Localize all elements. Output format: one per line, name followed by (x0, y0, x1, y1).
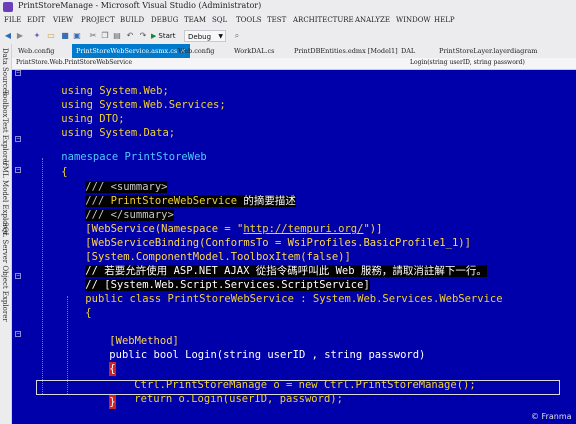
menu-test[interactable]: TEST (267, 16, 286, 24)
visual-studio-icon (3, 2, 13, 12)
code-text: : (293, 293, 313, 305)
menu-bar: FILE EDIT VIEW PROJECT BUILD DEBUG TEAM … (0, 14, 576, 28)
watermark: © Franma (531, 412, 572, 421)
code-line: using System.Data; (36, 112, 175, 139)
side-tab-test-explorer[interactable]: Test Explorer (1, 118, 9, 166)
editor-gutter (12, 70, 24, 424)
code-editor[interactable]: − − − − − using System.Web; using System… (12, 70, 576, 424)
standard-toolbar: ◀ ▶ ✦ ▭ ■ ▣ ✂ ❐ ▤ ↶ ↷ ▶ Start Debug ▼ ⌕ (0, 28, 576, 44)
side-tab-sql-server-explorer[interactable]: SQL Server Object Explorer (1, 222, 9, 322)
vertical-scrollbar[interactable] (568, 70, 576, 424)
menu-sql[interactable]: SQL (212, 16, 227, 24)
menu-build[interactable]: BUILD (120, 16, 144, 24)
tab-printdbentities[interactable]: PrintDBEntities.edmx [Model1] (294, 44, 398, 58)
redo-icon[interactable]: ↷ (138, 31, 148, 41)
brace-match: } (109, 395, 117, 409)
code-line: namespace PrintStoreWeb (36, 136, 206, 163)
method-name: Login (185, 349, 217, 361)
play-icon: ▶ (151, 32, 157, 40)
menu-architecture[interactable]: ARCHITECTURE (293, 16, 354, 24)
tab-web-config-2[interactable]: Web.config (178, 44, 214, 58)
namespace-name: PrintStoreWeb (124, 151, 207, 163)
copy-icon[interactable]: ❐ (100, 31, 110, 41)
code-line: // 若要允許使用 ASP.NET AJAX 從指令碼呼叫此 Web 服務，請取… (60, 250, 487, 277)
code-line: } (84, 381, 117, 409)
method-params: (string userID , string password) (216, 349, 426, 361)
new-project-icon[interactable]: ✦ (32, 31, 42, 41)
collapse-icon[interactable]: − (15, 273, 21, 279)
code-line: /// PrintStoreWebService 的摘要描述 (60, 180, 296, 207)
collapse-icon[interactable]: − (15, 70, 21, 76)
start-debugging-button[interactable]: ▶ Start (151, 30, 176, 42)
tab-printstorewebservice[interactable]: PrintStoreWebService.asmx.cs ✕ (72, 44, 190, 58)
paste-icon[interactable]: ▤ (112, 31, 122, 41)
code-line: return o.Login(userID, password); (109, 378, 343, 405)
menu-analyze[interactable]: ANALYZE (355, 16, 390, 24)
code-line: [System.ComponentModel.ToolboxItem(false… (60, 236, 351, 263)
document-tab-strip: Web.config PrintStoreWebService.asmx.cs ✕… (12, 44, 576, 58)
window-title: PrintStoreManage - Microsoft Visual Stud… (18, 1, 262, 10)
forward-icon[interactable]: ▶ (15, 31, 25, 41)
menu-team[interactable]: TEAM (184, 16, 206, 24)
navigation-bar: PrintStore.Web.PrintStoreWebService Logi… (12, 58, 576, 70)
code-line: [WebService(Namespace = "http://tempuri.… (60, 208, 382, 235)
code-text: { (85, 307, 92, 319)
code-line: [WebMethod] (84, 320, 179, 347)
code-line: using System.Web.Services; (36, 84, 225, 111)
solution-configuration-dropdown[interactable]: Debug ▼ (184, 30, 226, 42)
cut-icon[interactable]: ✂ (88, 31, 98, 41)
menu-tools[interactable]: TOOLS (236, 16, 262, 24)
collapse-icon[interactable]: − (15, 136, 21, 142)
tab-dal[interactable]: DAL (401, 44, 415, 58)
code-line: // [System.Web.Script.Services.ScriptSer… (60, 264, 370, 291)
code-line: using System.Web; (36, 70, 168, 97)
menu-file[interactable]: FILE (4, 16, 21, 24)
menu-window[interactable]: WINDOW (396, 16, 431, 24)
chevron-down-icon: ▼ (218, 33, 223, 40)
back-icon[interactable]: ◀ (3, 31, 13, 41)
code-line: public class PrintStoreWebService : Syst… (60, 278, 502, 305)
menu-debug[interactable]: DEBUG (151, 16, 178, 24)
code-text: return o.Login(userID, password); (134, 393, 343, 405)
side-tab-data-sources[interactable]: Data Sources (1, 48, 9, 96)
menu-view[interactable]: VIEW (53, 16, 73, 24)
collapse-icon[interactable]: − (15, 167, 21, 173)
open-file-icon[interactable]: ▭ (46, 31, 56, 41)
code-line: { (36, 151, 67, 178)
start-label: Start (158, 32, 176, 40)
title-bar: PrintStoreManage - Microsoft Visual Stud… (0, 0, 576, 14)
type-dropdown[interactable]: PrintStore.Web.PrintStoreWebService (16, 59, 132, 66)
code-line: Ctrl.PrintStoreManage o = new Ctrl.Print… (109, 364, 475, 391)
code-line: /// <summary> (60, 166, 168, 193)
left-tool-window-strip: Data Sources Toolbox Test Explorer UML M… (0, 44, 12, 424)
keywords: public bool (109, 349, 186, 361)
collapse-icon[interactable]: − (15, 331, 21, 337)
code-line: /// </summary> (60, 194, 174, 221)
tab-workdal[interactable]: WorkDAL.cs (234, 44, 274, 58)
doc-comment-text: 的摘要描述 (237, 195, 296, 207)
tab-printstorelayer[interactable]: PrintStoreLayer.layerdiagram (439, 44, 537, 58)
indent-guide (42, 158, 43, 394)
tab-web-config-1[interactable]: Web.config (18, 44, 54, 58)
menu-project[interactable]: PROJECT (81, 16, 115, 24)
code-line: [WebServiceBinding(ConformsTo = WsiProfi… (60, 222, 471, 249)
save-all-icon[interactable]: ▣ (72, 31, 82, 41)
base-class: System.Web.Services.WebService (312, 293, 503, 305)
configuration-value: Debug (188, 33, 212, 41)
side-tab-toolbox[interactable]: Toolbox (1, 90, 9, 117)
tab-label: PrintStoreWebService.asmx.cs (76, 47, 178, 55)
member-dropdown[interactable]: Login(string userID, string password) (410, 59, 525, 66)
undo-icon[interactable]: ↶ (125, 31, 135, 41)
save-icon[interactable]: ■ (60, 31, 70, 41)
namespace-keyword: namespace (61, 151, 119, 163)
find-icon[interactable]: ⌕ (232, 31, 242, 41)
code-line: { (60, 292, 91, 319)
class-name: PrintStoreWebService (167, 293, 294, 305)
keywords: public class (85, 293, 168, 305)
code-line: using DTO; (36, 98, 124, 125)
menu-edit[interactable]: EDIT (27, 16, 45, 24)
code-line: { (84, 348, 117, 376)
code-line: public bool Login(string userID , string… (84, 334, 425, 361)
menu-help[interactable]: HELP (434, 16, 455, 24)
